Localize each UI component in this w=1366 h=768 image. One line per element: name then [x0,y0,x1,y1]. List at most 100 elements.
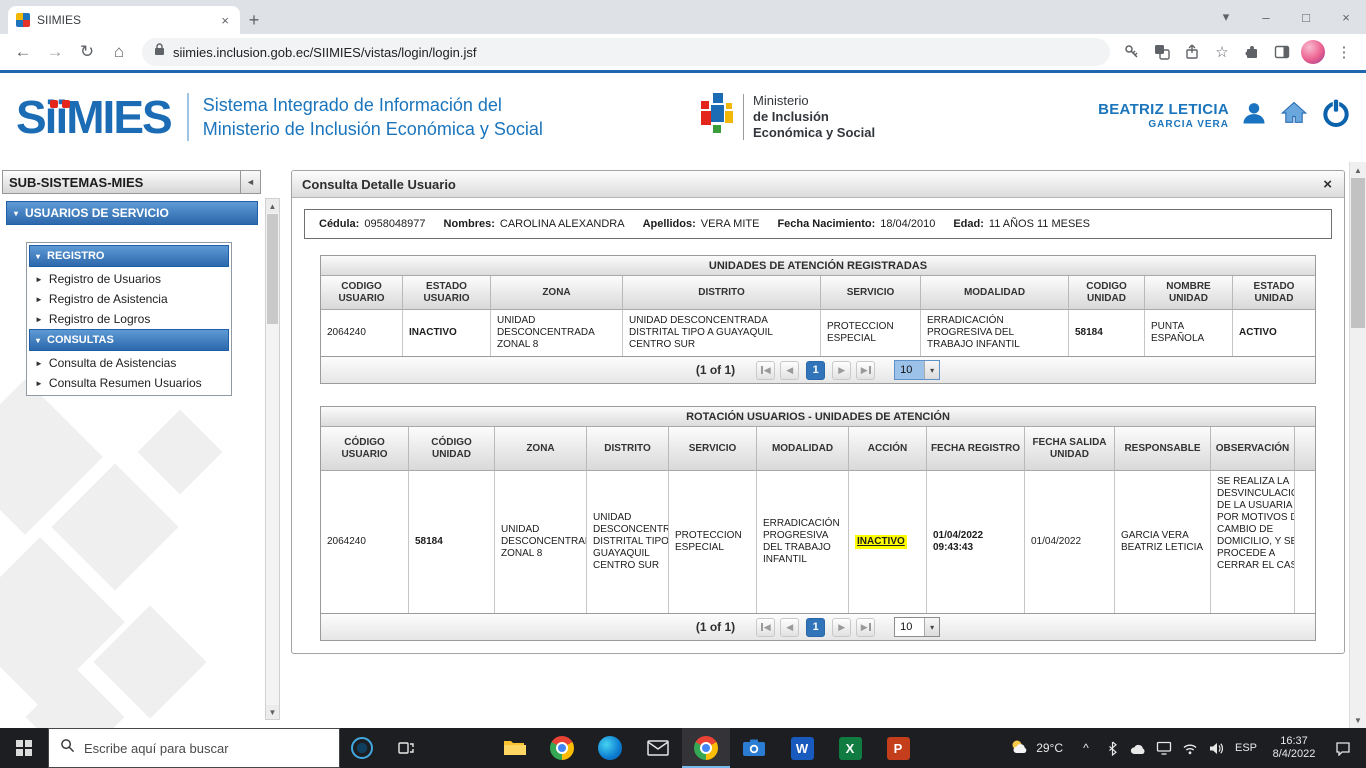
scroll-up-icon[interactable]: ▲ [266,199,279,213]
window-close-button[interactable]: × [1326,0,1366,34]
camera-icon[interactable] [730,728,778,768]
language-indicator[interactable]: ESP [1230,742,1262,754]
sidebar-section-consultas[interactable]: ▾ CONSULTAS [29,329,229,351]
sidebar-item-consulta-asistencias[interactable]: ► Consulta de Asistencias [29,353,229,373]
sidebar-collapse-button[interactable]: ◄ [240,171,260,193]
taskbar-clock[interactable]: 16:37 8/4/2022 [1264,735,1324,761]
paginator-first-button[interactable]: ◀ [756,361,775,380]
taskbar-search[interactable]: Escribe aquí para buscar [48,728,340,768]
ministry-line2: de Inclusión [753,109,875,125]
paginator-last-button[interactable]: ▶ [856,361,875,380]
share-icon[interactable] [1178,38,1206,66]
side-panel-icon[interactable] [1268,38,1296,66]
edad-label: Edad: [953,218,984,230]
task-view-button[interactable] [384,728,428,768]
sidebar-title: SUB-SISTEMAS-MIES [3,175,240,190]
word-tile: W [791,737,814,760]
sidebar-item-consulta-resumen[interactable]: ► Consulta Resumen Usuarios [29,373,229,393]
col-header: ESTADO UNIDAD [1233,276,1315,310]
paginator-prev-button[interactable]: ◀ [780,361,799,380]
rows-per-page-dropdown[interactable]: 10 ▾ [894,617,940,637]
window-maximize-button[interactable]: □ [1286,0,1326,34]
paginator-prev-button[interactable]: ◀ [780,618,799,637]
onedrive-cloud-icon[interactable] [1126,742,1150,755]
file-explorer-icon[interactable] [490,728,538,768]
col-header: ZONA [495,427,587,471]
sidebar-scrollbar[interactable]: ▲ ▼ [265,198,280,720]
cell-codigo-usuario: 2064240 [321,310,403,356]
volume-icon[interactable] [1204,742,1228,755]
bookmark-star-icon[interactable]: ☆ [1208,38,1236,66]
edad-value: 11 AÑOS 11 MESES [989,218,1090,230]
paginator-first-button[interactable]: ◀ [756,618,775,637]
display-icon[interactable] [1152,741,1176,755]
home-shortcut-icon[interactable] [1279,99,1309,132]
siimies-logo-word: SiiMIES [16,91,171,143]
nacimiento-label: Fecha Nacimiento: [777,218,875,230]
ministry-line3: Económica y Social [753,125,875,141]
dropdown-arrow-icon: ▾ [924,361,939,379]
paginator-last-button[interactable]: ▶ [856,618,875,637]
logout-power-icon[interactable] [1320,97,1352,134]
password-key-icon[interactable] [1118,38,1146,66]
window-minimize-button[interactable]: – [1246,0,1286,34]
paginator-next-button[interactable]: ▶ [832,618,851,637]
new-tab-button[interactable]: + [240,6,268,34]
scroll-down-icon[interactable]: ▼ [1350,712,1366,728]
excel-icon[interactable]: X [826,728,874,768]
table-header-row: CODIGO USUARIO ESTADO USUARIO ZONA DISTR… [321,276,1315,310]
bluetooth-icon[interactable] [1100,741,1124,756]
rows-per-page-dropdown[interactable]: 10 ▾ [894,360,940,380]
edge-icon[interactable] [586,728,634,768]
col-header: MODALIDAD [921,276,1069,310]
wifi-icon[interactable] [1178,742,1202,755]
profile-avatar[interactable] [1301,40,1325,64]
translate-icon[interactable] [1148,38,1176,66]
col-header: DISTRITO [623,276,821,310]
cell-modalidad: ERRADICACIÓN PROGRESIVA DEL TRABAJO INFA… [921,310,1069,356]
window-scrollbar[interactable]: ▲ ▼ [1349,162,1366,728]
tab-search-chevron-icon[interactable]: ▾ [1206,0,1246,34]
bullet-icon: ► [35,315,43,324]
sidebar-section-registro[interactable]: ▾ REGISTRO [29,245,229,267]
back-button[interactable]: ← [8,37,38,67]
paginator-page-1[interactable]: 1 [806,361,825,380]
scroll-down-icon[interactable]: ▼ [266,705,279,719]
cortana-button[interactable] [340,728,384,768]
home-button[interactable]: ⌂ [104,37,134,67]
browser-menu-icon[interactable]: ⋮ [1330,38,1358,66]
reload-button[interactable]: ↻ [72,37,102,67]
panel-close-icon[interactable]: × [1321,176,1334,193]
table-row: 2064240 INACTIVO UNIDAD DESCONCENTRADA Z… [321,310,1315,356]
rows-per-page-value: 10 [895,361,924,379]
paginator-status: (1 of 1) [696,363,735,377]
address-bar[interactable]: siimies.inclusion.gob.ec/SIIMIES/vistas/… [142,38,1110,66]
user-profile-icon[interactable] [1240,99,1268,132]
paginator-next-button[interactable]: ▶ [832,361,851,380]
paginator-page-1[interactable]: 1 [806,618,825,637]
powerpoint-icon[interactable]: P [874,728,922,768]
mail-icon[interactable] [634,728,682,768]
cell-codigo-unidad: 58184 [1069,310,1145,356]
sidebar-item-registro-asistencia[interactable]: ► Registro de Asistencia [29,289,229,309]
start-button[interactable] [0,728,48,768]
weather-widget[interactable]: 29°C [1001,738,1072,759]
sidebar-item-registro-usuarios[interactable]: ► Registro de Usuarios [29,269,229,289]
col-header: FECHA SALIDA UNIDAD [1025,427,1115,471]
scroll-up-icon[interactable]: ▲ [1350,162,1366,178]
chrome-icon[interactable] [538,728,586,768]
extensions-puzzle-icon[interactable] [1238,38,1266,66]
chrome-active-icon[interactable] [682,728,730,768]
hidden-icons-chevron[interactable]: ^ [1074,741,1098,755]
action-center-icon[interactable] [1326,741,1360,756]
forward-button[interactable]: → [40,37,70,67]
sidebar-scroll-thumb[interactable] [267,214,278,324]
col-header-filler [1295,427,1315,471]
sidebar-item-registro-logros[interactable]: ► Registro de Logros [29,309,229,329]
tab-close-icon[interactable]: × [218,13,232,28]
sidebar-item-usuarios-de-servicio[interactable]: ▾ USUARIOS DE SERVICIO [6,201,258,225]
word-icon[interactable]: W [778,728,826,768]
scroll-thumb[interactable] [1351,178,1365,328]
siimies-logo-text: SiiMIES [16,94,171,140]
browser-tab[interactable]: SIIMIES × [8,6,240,34]
